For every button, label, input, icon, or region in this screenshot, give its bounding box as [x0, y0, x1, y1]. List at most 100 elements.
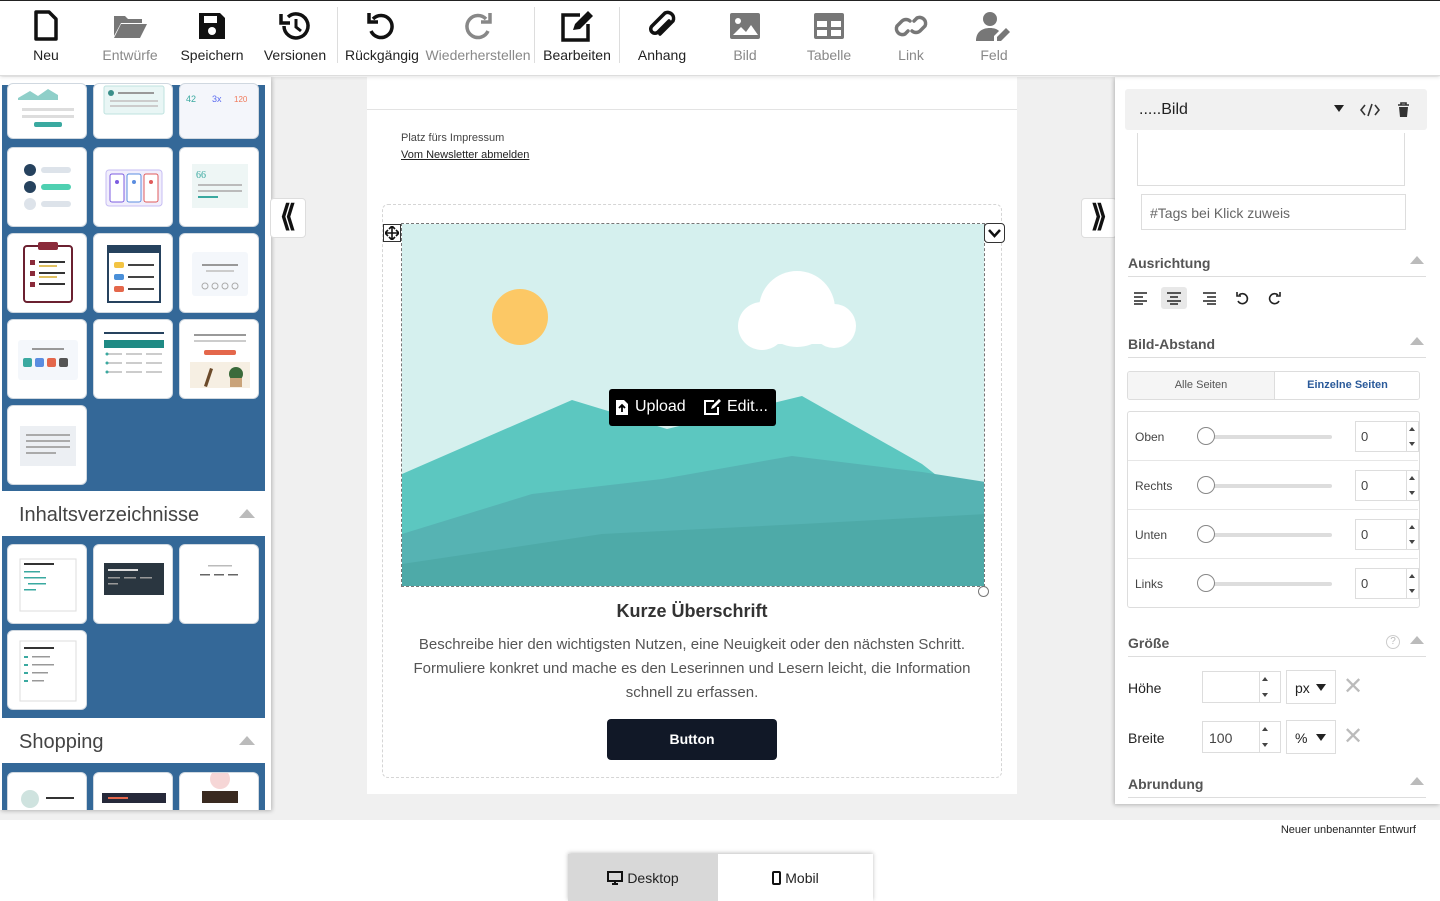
edit-button[interactable]: Bearbeiten [542, 7, 612, 71]
slider-handle[interactable] [1197, 427, 1215, 445]
section-size[interactable]: Größe ? [1128, 635, 1426, 657]
table-button[interactable]: Tabelle [800, 7, 858, 71]
align-right-icon[interactable] [1202, 292, 1216, 305]
spacing-top-input[interactable]: 0 [1355, 421, 1407, 452]
number-stepper[interactable] [1260, 671, 1281, 703]
tab-all-sides[interactable]: Alle Seiten [1128, 372, 1274, 399]
slider-handle[interactable] [1197, 574, 1215, 592]
table-icon [814, 13, 844, 39]
width-input[interactable]: 100 [1202, 721, 1260, 753]
mobile-icon [772, 870, 782, 885]
template-tile[interactable] [93, 147, 173, 227]
slider-handle[interactable] [1197, 476, 1215, 494]
number-stepper[interactable] [1407, 421, 1419, 452]
image-icon [730, 13, 760, 39]
slider-handle[interactable] [1197, 525, 1215, 543]
number-stepper[interactable] [1260, 721, 1281, 753]
toolbar-divider [337, 7, 338, 63]
link-button[interactable]: Link [885, 7, 937, 71]
versions-button[interactable]: Versionen [263, 7, 327, 71]
block-options-button[interactable] [984, 223, 1005, 243]
user-field-icon [976, 12, 1010, 41]
rotate-right-icon[interactable] [1268, 291, 1282, 305]
template-tile[interactable] [93, 772, 173, 810]
slider-track[interactable] [1200, 484, 1332, 488]
imprint-placeholder: Platz fürs Impressum [401, 132, 505, 144]
width-unit-select[interactable]: % [1286, 720, 1336, 754]
spacing-right-input[interactable]: 0 [1355, 470, 1407, 501]
spacing-row-bottom: Unten 0 [1128, 510, 1419, 559]
align-center-button[interactable] [1161, 287, 1187, 309]
template-tile[interactable] [179, 233, 259, 313]
template-tile[interactable] [93, 233, 173, 313]
image-button[interactable]: Bild [716, 7, 774, 71]
undo-button[interactable]: Rückgängig [345, 7, 419, 71]
slider-track[interactable] [1200, 435, 1332, 439]
template-tile[interactable] [179, 319, 259, 399]
template-tile[interactable] [93, 83, 173, 139]
element-name: .....Bild [1139, 101, 1188, 118]
attachment-button[interactable]: Anhang [632, 7, 692, 71]
section-header-shopping[interactable]: Shopping [0, 719, 266, 763]
tab-individual-sides[interactable]: Einzelne Seiten [1274, 372, 1419, 399]
image-block[interactable]: Upload Edit... [401, 223, 985, 587]
collapse-left-panel-button[interactable]: ⟪ [270, 198, 306, 238]
edit-image-button[interactable]: Edit... [704, 398, 768, 416]
description-textarea[interactable] [1137, 133, 1405, 186]
spacing-row-left: Links 0 [1128, 559, 1419, 608]
template-tile[interactable]: 42 3x 120 [179, 83, 259, 139]
number-stepper[interactable] [1407, 568, 1419, 599]
collapse-right-panel-button[interactable]: ⟫ [1081, 198, 1117, 238]
tab-mobile[interactable]: Mobil [718, 854, 873, 901]
spacing-left-input[interactable]: 0 [1355, 568, 1407, 599]
cta-button[interactable]: Button [607, 719, 777, 760]
template-tile[interactable] [7, 147, 87, 227]
field-button[interactable]: Feld [968, 7, 1020, 71]
tab-desktop[interactable]: Desktop [568, 854, 718, 901]
height-unit-select[interactable]: px [1286, 670, 1336, 704]
code-icon[interactable] [1360, 103, 1380, 117]
folder-open-icon [114, 16, 147, 38]
template-tile[interactable] [93, 544, 173, 624]
unsubscribe-link[interactable]: Vom Newsletter abmelden [401, 149, 529, 161]
template-tile[interactable] [7, 319, 87, 399]
section-header-toc[interactable]: Inhaltsverzeichnisse [0, 492, 266, 536]
section-alignment[interactable]: Ausrichtung [1128, 255, 1426, 277]
tags-input[interactable]: #Tags bei Klick zuweis [1141, 194, 1406, 230]
template-tile[interactable] [7, 233, 87, 313]
slider-track[interactable] [1200, 582, 1332, 586]
help-icon[interactable]: ? [1386, 635, 1400, 649]
section-rounding[interactable]: Abrundung [1128, 776, 1426, 798]
upload-button[interactable]: Upload [615, 398, 686, 416]
workspace: 42 3x 120 66 Inhaltsverzeichnisse Shoppi… [0, 77, 1440, 820]
move-handle[interactable] [383, 224, 401, 242]
resize-handle[interactable] [978, 586, 989, 597]
element-dropdown-caret[interactable] [1334, 105, 1344, 112]
template-tile[interactable]: 66 [179, 147, 259, 227]
template-tile[interactable] [7, 405, 87, 485]
new-button[interactable]: Neu [20, 7, 72, 71]
height-input[interactable] [1202, 671, 1260, 703]
template-tile[interactable] [7, 544, 87, 624]
number-stepper[interactable] [1407, 470, 1419, 501]
slider-track[interactable] [1200, 533, 1332, 537]
file-upload-icon [616, 399, 628, 415]
drafts-button[interactable]: Entwürfe [99, 7, 161, 71]
spacing-bottom-input[interactable]: 0 [1355, 519, 1407, 550]
save-button[interactable]: Speichern [180, 7, 244, 71]
clear-width-icon[interactable]: ✕ [1343, 722, 1363, 751]
template-tile[interactable] [7, 772, 87, 810]
template-tile[interactable] [7, 630, 87, 710]
template-tile[interactable] [179, 544, 259, 624]
template-tile[interactable] [7, 83, 87, 139]
clear-height-icon[interactable]: ✕ [1343, 672, 1363, 701]
rotate-left-icon[interactable] [1235, 291, 1249, 305]
spacing-row-top: Oben 0 [1128, 412, 1419, 461]
align-left-icon[interactable] [1134, 292, 1148, 305]
trash-icon[interactable] [1397, 102, 1410, 118]
section-spacing[interactable]: Bild-Abstand [1128, 336, 1426, 358]
template-tile[interactable] [179, 772, 259, 810]
template-tile[interactable] [93, 319, 173, 399]
redo-button[interactable]: Wiederherstellen [425, 7, 531, 71]
number-stepper[interactable] [1407, 519, 1419, 550]
